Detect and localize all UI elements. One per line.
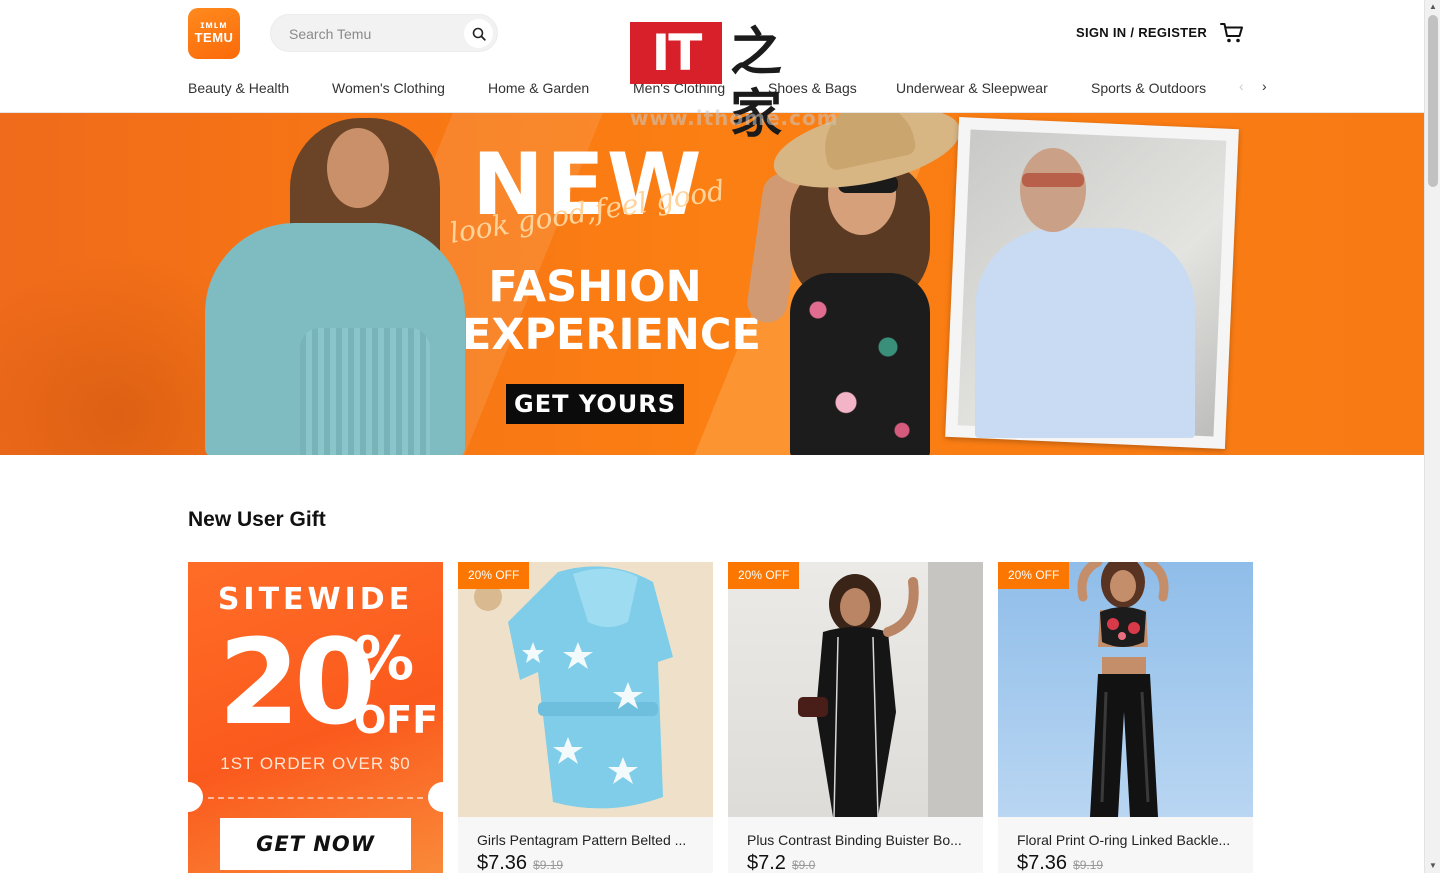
temu-logo[interactable]: ɪᴍʟᴍ TEMU [188,8,240,59]
knit-skirt-texture [300,328,430,455]
model-man-shirt [975,228,1195,438]
product-name[interactable]: Plus Contrast Binding Buister Bo... [747,832,972,848]
scroll-up-arrow-icon[interactable]: ▲ [1425,0,1440,14]
hero-banner[interactable]: NEW look good,feel good FASHION EXPERIEN… [0,113,1424,455]
get-yours-button[interactable]: GET YOURS [506,384,684,424]
product-info: Floral Print O-ring Linked Backle... $7.… [998,817,1253,873]
product-info: Plus Contrast Binding Buister Bo... $7.2… [728,817,983,873]
scrollbar-thumb[interactable] [1428,15,1438,187]
product-price-row: $7.2 $9.0 [747,852,815,873]
gift-off-text: OFF [354,698,439,742]
category-mens-clothing[interactable]: Men's Clothing [633,80,725,96]
vertical-scrollbar[interactable]: ▲ ▼ [1424,0,1440,873]
product-original-price: $9.19 [533,858,564,872]
product-original-price: $9.0 [791,858,816,872]
sign-in-register-link[interactable]: SIGN IN / REGISTER [1076,25,1207,40]
search-button[interactable] [464,19,493,48]
product-name[interactable]: Floral Print O-ring Linked Backle... [1017,832,1242,848]
gift-notch-right [428,782,443,812]
floral-top-leather-pants-illustration [1077,562,1169,817]
gift-sitewide-text: SITEWIDE [217,582,414,617]
search-input[interactable] [289,24,459,44]
banner-fashion-experience: FASHION EXPERIENCE [462,262,761,360]
discount-badge: 20% OFF [458,562,530,589]
site-header: ɪᴍʟᴍ TEMU SIGN IN / REGISTER Beauty & He… [0,0,1424,113]
gift-notch-left [188,782,203,812]
product-price: $7.36 [477,852,528,873]
product-card[interactable]: 20% OFF Plus Contrast Binding Buister Bo… [728,562,983,873]
product-info: Girls Pentagram Pattern Belted ... $7.36… [458,817,713,873]
product-name[interactable]: Girls Pentagram Pattern Belted ... [477,832,702,848]
cart-icon[interactable] [1220,22,1244,44]
banner-line-fashion: FASHION [488,262,702,312]
section-title-new-user-gift: New User Gift [188,508,326,531]
model-man-face [1020,148,1086,232]
product-card[interactable]: 20% OFF Floral Print O-ring Linked Backl… [998,562,1253,873]
gift-percent-symbol: % [354,624,415,694]
model-woman-knit-face [327,128,389,208]
product-price: $7.36 [1017,852,1068,873]
search-icon [472,27,486,41]
category-beauty-health[interactable]: Beauty & Health [188,80,289,96]
product-image[interactable]: 20% OFF [458,562,713,817]
product-original-price: $9.19 [1073,858,1104,872]
category-womens-clothing[interactable]: Women's Clothing [332,80,445,96]
product-image[interactable]: 20% OFF [728,562,983,817]
product-price-row: $7.36 $9.19 [1017,852,1103,873]
logo-word: TEMU [194,30,234,45]
product-price-row: $7.36 $9.19 [477,852,563,873]
get-now-button[interactable]: GET NOW [220,818,411,870]
scroll-down-arrow-icon[interactable]: ▼ [1425,859,1440,873]
product-card[interactable]: 20% OFF Girls Pentagram Pattern Belted .… [458,562,713,873]
star-robe-illustration [474,566,673,809]
search-bar [270,14,498,52]
product-image[interactable]: 20% OFF [998,562,1253,817]
product-price: $7.2 [747,852,786,873]
category-next-arrow[interactable]: › [1262,78,1267,94]
gift-condition-text: 1ST ORDER OVER $0 [220,754,411,773]
sitewide-discount-card[interactable]: SITEWIDE 20 % OFF 1ST ORDER OVER $0 GET … [188,562,443,873]
discount-badge: 20% OFF [728,562,800,589]
black-dress-illustration [798,562,983,817]
model-man-glasses [1022,173,1084,187]
category-prev-arrow[interactable]: ‹ [1239,78,1244,94]
category-underwear-sleepwear[interactable]: Underwear & Sleepwear [896,80,1048,96]
category-sports-outdoors[interactable]: Sports & Outdoors [1091,80,1206,96]
category-home-garden[interactable]: Home & Garden [488,80,589,96]
category-shoes-bags[interactable]: Shoes & Bags [768,80,857,96]
gift-percent-value: 20 [218,613,376,751]
model-floral-dress [790,273,930,455]
gift-divider [208,797,423,799]
banner-line-experience: EXPERIENCE [462,310,761,360]
discount-badge: 20% OFF [998,562,1070,589]
